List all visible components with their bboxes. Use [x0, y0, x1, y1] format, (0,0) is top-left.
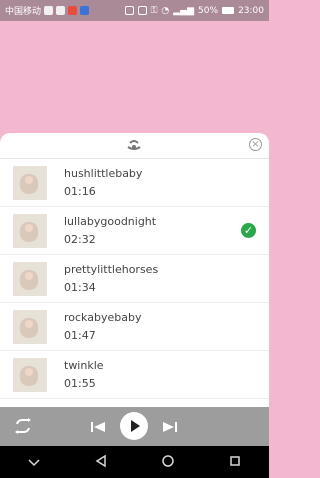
- song-row[interactable]: prettylittlehorses 01:34: [0, 255, 269, 303]
- cradle-icon[interactable]: [124, 137, 144, 153]
- song-duration: 01:47: [64, 328, 96, 342]
- album-art: [13, 357, 47, 392]
- status-left: 中国移动: [5, 4, 90, 17]
- album-art: [13, 309, 47, 344]
- song-title: lullabygoodnight: [64, 214, 157, 228]
- playlist-sheet: × hushlittlebaby 01:16 lullabygoodnight …: [0, 133, 269, 407]
- selected-check-icon: ✓: [241, 223, 256, 238]
- song-duration: 01:55: [64, 376, 96, 390]
- song-list: hushlittlebaby 01:16 lullabygoodnight 02…: [0, 159, 269, 399]
- back-triangle-icon[interactable]: [94, 453, 108, 472]
- song-meta: hushlittlebaby 01:16: [64, 167, 142, 199]
- status-right: ⚿ ◔ ▂▄▆ 50% 23:00: [124, 5, 264, 16]
- close-icon[interactable]: ×: [249, 138, 262, 151]
- background-area: [0, 21, 269, 133]
- song-title: twinkle: [64, 358, 104, 372]
- song-meta: prettylittlehorses 01:34: [64, 263, 158, 295]
- repeat-icon[interactable]: [14, 418, 32, 434]
- song-duration: 01:34: [64, 280, 96, 294]
- carrier-label: 中国移动: [5, 7, 42, 17]
- song-meta: rockabyebaby 01:47: [64, 311, 141, 343]
- usb-icon: [56, 6, 66, 15]
- song-duration: 02:32: [64, 232, 96, 246]
- album-art: [13, 261, 47, 296]
- navigation-bar: [0, 446, 269, 478]
- battery-label: 50%: [198, 5, 219, 16]
- song-row[interactable]: rockabyebaby 01:47: [0, 303, 269, 351]
- skip-next-icon[interactable]: [162, 419, 178, 435]
- home-circle-icon[interactable]: [161, 453, 175, 472]
- wifi-icon: ◔: [161, 5, 170, 16]
- song-row[interactable]: twinkle 01:55: [0, 351, 269, 399]
- shield-icon: [80, 6, 90, 15]
- song-title: hushlittlebaby: [64, 166, 143, 180]
- play-button[interactable]: [120, 412, 148, 440]
- song-title: prettylittlehorses: [64, 262, 159, 276]
- song-duration: 01:16: [64, 184, 96, 198]
- song-row[interactable]: lullabygoodnight 02:32 ✓: [0, 207, 269, 255]
- play-icon: [131, 420, 140, 432]
- skip-previous-icon[interactable]: [90, 419, 106, 435]
- status-bar: 中国移动 ⚿ ◔ ▂▄▆ 50% 23:00: [0, 0, 269, 21]
- song-meta: twinkle 01:55: [64, 359, 104, 391]
- dnd-icon: [137, 6, 147, 15]
- app-notification-icon: [68, 6, 78, 15]
- chevron-down-icon[interactable]: [27, 453, 41, 472]
- song-meta: lullabygoodnight 02:32: [64, 215, 156, 247]
- song-title: rockabyebaby: [64, 310, 142, 324]
- signal-icon: ▂▄▆: [173, 5, 195, 16]
- album-art: [13, 213, 47, 248]
- sheet-header: ×: [0, 133, 269, 159]
- album-art: [13, 165, 47, 200]
- recent-square-icon[interactable]: [228, 453, 242, 472]
- time-label: 23:00: [238, 5, 264, 16]
- song-row[interactable]: hushlittlebaby 01:16: [0, 159, 269, 207]
- sync-icon: [44, 6, 54, 15]
- key-icon: ⚿: [150, 5, 158, 16]
- player-controls: [0, 407, 269, 446]
- alarm-icon: [124, 6, 134, 15]
- battery-icon: [222, 7, 235, 14]
